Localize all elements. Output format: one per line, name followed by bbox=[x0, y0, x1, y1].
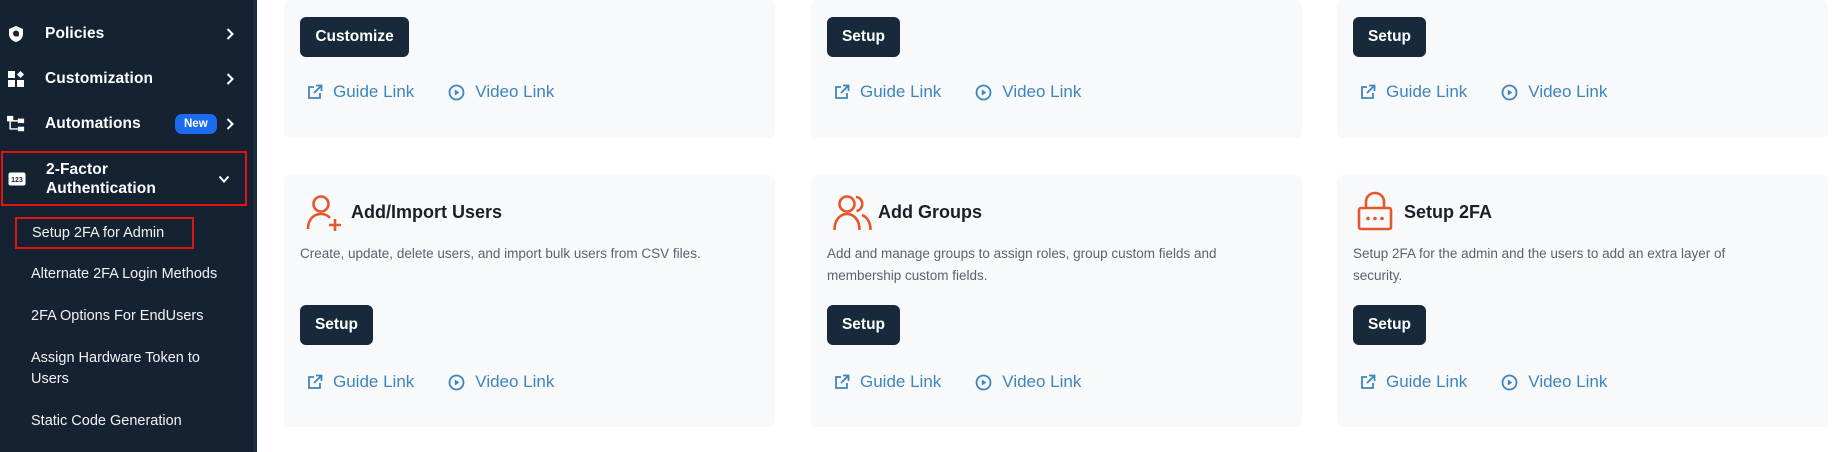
guide-link-label: Guide Link bbox=[860, 372, 942, 391]
card-title: Setup 2FA bbox=[1404, 202, 1493, 222]
sidebar-item-2fa[interactable]: 123 2-Factor Authentication bbox=[1, 151, 247, 206]
card-description: Create, update, delete users, and import… bbox=[300, 243, 701, 265]
video-link[interactable]: Video Link bbox=[975, 82, 1081, 102]
desc-line2: security. bbox=[1353, 268, 1403, 283]
sidebar: Policies Customization Automations New 1… bbox=[0, 0, 253, 452]
sidebar-item-label: Policies bbox=[45, 25, 105, 42]
video-link[interactable]: Video Link bbox=[1501, 82, 1607, 102]
card-add-import-users: Add/Import Users Create, update, delete … bbox=[284, 175, 775, 427]
app-window: Policies Customization Automations New 1… bbox=[0, 0, 1842, 452]
card-links: Guide Link Video Link bbox=[307, 82, 554, 102]
chevron-right-icon bbox=[226, 28, 234, 40]
shield-icon bbox=[7, 25, 25, 43]
play-circle-icon bbox=[975, 84, 992, 100]
video-link[interactable]: Video Link bbox=[1501, 372, 1607, 392]
video-link-label: Video Link bbox=[475, 372, 555, 391]
external-link-icon bbox=[835, 374, 850, 389]
card: Customize Guide Link Video Link bbox=[284, 0, 775, 138]
card-title: Add/Import Users bbox=[351, 202, 503, 222]
customize-button[interactable]: Customize bbox=[300, 17, 409, 57]
guide-link-label: Guide Link bbox=[333, 82, 415, 101]
label-line1: 2-Factor bbox=[46, 161, 108, 178]
video-link-label: Video Link bbox=[1528, 372, 1608, 391]
setup-button[interactable]: Setup bbox=[300, 305, 373, 345]
add-user-icon bbox=[306, 195, 341, 231]
subitem-alternate-2fa[interactable]: Alternate 2FA Login Methods bbox=[31, 264, 217, 285]
card-description: Setup 2FA for the admin and the users to… bbox=[1353, 243, 1725, 287]
play-circle-icon bbox=[448, 84, 465, 100]
subitem-2fa-options[interactable]: 2FA Options For EndUsers bbox=[31, 306, 203, 327]
play-circle-icon bbox=[1501, 84, 1518, 100]
widgets-icon bbox=[7, 70, 25, 88]
external-link-icon bbox=[1361, 84, 1376, 99]
chevron-down-icon bbox=[218, 175, 230, 183]
play-circle-icon bbox=[975, 374, 992, 390]
desc-line2: membership custom fields. bbox=[827, 268, 988, 283]
guide-link[interactable]: Guide Link bbox=[834, 372, 941, 392]
main-content: Customize Guide Link Video Link Setup Gu… bbox=[257, 0, 1842, 452]
desc-line1: Add and manage groups to assign roles, g… bbox=[827, 246, 1217, 261]
chevron-right-icon bbox=[226, 73, 234, 85]
sidebar-item-automations[interactable]: Automations New bbox=[0, 102, 253, 146]
setup-button[interactable]: Setup bbox=[1353, 305, 1426, 345]
sidebar-item-label: Automations bbox=[45, 115, 141, 132]
chevron-right-icon bbox=[226, 118, 234, 130]
card: Setup Guide Link Video Link bbox=[1337, 0, 1828, 138]
label-line2: Authentication bbox=[46, 180, 156, 197]
card: Setup Guide Link Video Link bbox=[811, 0, 1302, 138]
card-description: Add and manage groups to assign roles, g… bbox=[827, 243, 1217, 287]
external-link-icon bbox=[308, 374, 323, 389]
card-add-groups: Add Groups Add and manage groups to assi… bbox=[811, 175, 1302, 427]
play-circle-icon bbox=[448, 374, 465, 390]
video-link-label: Video Link bbox=[475, 82, 555, 101]
external-link-icon bbox=[835, 84, 850, 99]
play-circle-icon bbox=[1501, 374, 1518, 390]
guide-link[interactable]: Guide Link bbox=[307, 82, 414, 102]
sidebar-item-policies[interactable]: Policies bbox=[0, 12, 253, 56]
lock-icon bbox=[1357, 191, 1393, 231]
guide-link-label: Guide Link bbox=[1386, 372, 1468, 391]
guide-link-label: Guide Link bbox=[860, 82, 942, 101]
card-links: Guide Link Video Link bbox=[834, 372, 1081, 392]
2fa-123-icon: 123 bbox=[8, 170, 26, 188]
guide-link[interactable]: Guide Link bbox=[834, 82, 941, 102]
guide-link-label: Guide Link bbox=[333, 372, 415, 391]
video-link[interactable]: Video Link bbox=[448, 372, 554, 392]
card-links: Guide Link Video Link bbox=[1360, 372, 1607, 392]
external-link-icon bbox=[308, 84, 323, 99]
card-links: Guide Link Video Link bbox=[834, 82, 1081, 102]
card-links: Guide Link Video Link bbox=[1360, 82, 1607, 102]
setup-button[interactable]: Setup bbox=[827, 17, 900, 57]
subitem-setup-2fa-admin[interactable]: Setup 2FA for Admin bbox=[15, 217, 194, 249]
workflow-icon bbox=[7, 115, 25, 133]
video-link-label: Video Link bbox=[1002, 82, 1082, 101]
video-link[interactable]: Video Link bbox=[975, 372, 1081, 392]
guide-link[interactable]: Guide Link bbox=[307, 372, 414, 392]
subitem-hardware-token[interactable]: Assign Hardware Token to Users bbox=[31, 348, 200, 390]
video-link-label: Video Link bbox=[1002, 372, 1082, 391]
video-link[interactable]: Video Link bbox=[448, 82, 554, 102]
group-icon bbox=[833, 195, 872, 231]
new-badge: New bbox=[175, 114, 217, 134]
desc-line1: Setup 2FA for the admin and the users to… bbox=[1353, 246, 1726, 261]
setup-button[interactable]: Setup bbox=[827, 305, 900, 345]
subitem-static-code[interactable]: Static Code Generation bbox=[31, 411, 182, 432]
subitem-line2: Users bbox=[31, 371, 69, 387]
sidebar-item-customization[interactable]: Customization bbox=[0, 57, 253, 101]
guide-link[interactable]: Guide Link bbox=[1360, 372, 1467, 392]
svg-text:123: 123 bbox=[11, 177, 23, 184]
guide-link[interactable]: Guide Link bbox=[1360, 82, 1467, 102]
video-link-label: Video Link bbox=[1528, 82, 1608, 101]
desc-line1: Create, update, delete users, and import… bbox=[300, 246, 701, 261]
setup-button[interactable]: Setup bbox=[1353, 17, 1426, 57]
sidebar-item-label: Customization bbox=[45, 70, 154, 87]
card-links: Guide Link Video Link bbox=[307, 372, 554, 392]
guide-link-label: Guide Link bbox=[1386, 82, 1468, 101]
subitem-line1: Assign Hardware Token to bbox=[31, 350, 200, 366]
external-link-icon bbox=[1361, 374, 1376, 389]
sidebar-item-label: 2-Factor Authentication bbox=[46, 160, 156, 198]
card-title: Add Groups bbox=[878, 202, 982, 222]
card-setup-2fa: Setup 2FA Setup 2FA for the admin and th… bbox=[1337, 175, 1828, 427]
